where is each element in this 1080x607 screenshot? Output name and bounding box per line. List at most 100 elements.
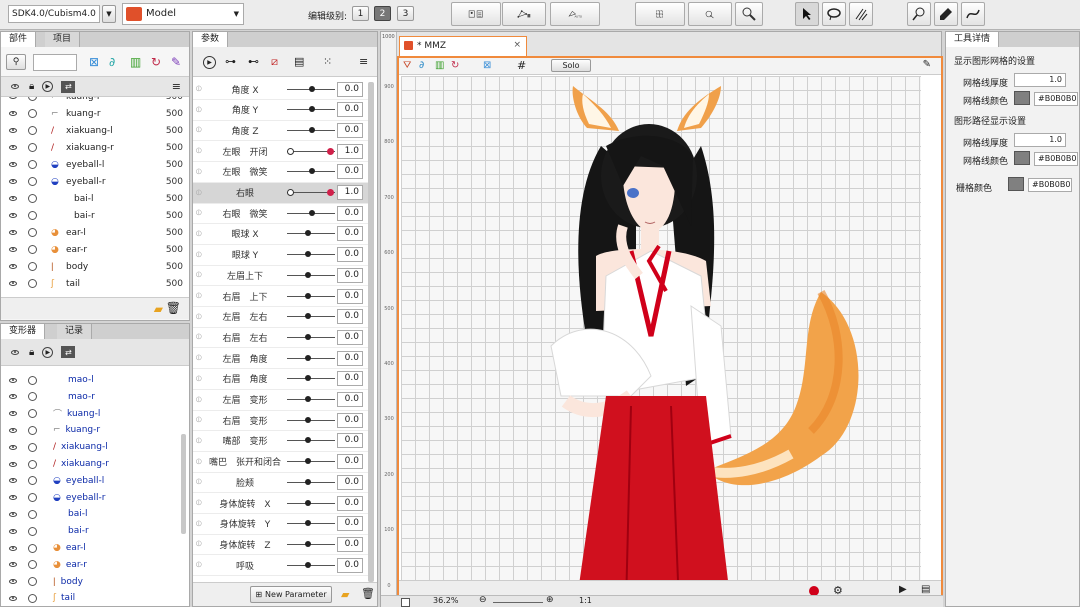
parts-icon[interactable]: ▥	[435, 60, 444, 71]
parameter-value-input[interactable]: 1.0	[337, 185, 363, 200]
tab-parameters[interactable]: 参数	[193, 32, 229, 47]
parameter-row[interactable]: ⦶ 右眼 1.0	[193, 182, 373, 204]
slider-knob[interactable]	[305, 458, 311, 465]
slider-knob[interactable]	[309, 209, 315, 216]
slider-knob[interactable]	[305, 499, 311, 506]
eye-header-icon[interactable]	[11, 349, 19, 355]
slider-knob[interactable]	[287, 189, 294, 196]
lock-icon[interactable]: 🔒︎	[29, 81, 34, 92]
part-row[interactable]: ʃ tail 500	[1, 275, 189, 292]
parameter-value-input[interactable]: 0.0	[337, 205, 363, 221]
part-row[interactable]: ǀ body 500	[1, 258, 189, 275]
slider-knob[interactable]	[305, 271, 311, 278]
part-row[interactable]: ◕ ear-r 500	[1, 241, 189, 258]
lock-toggle-icon[interactable]	[28, 177, 37, 186]
part-row[interactable]: / xiakuang-l 500	[1, 122, 189, 139]
visibility-eye-icon[interactable]	[9, 511, 17, 517]
lock-toggle-icon[interactable]	[28, 126, 37, 135]
visibility-eye-icon[interactable]	[9, 545, 17, 551]
parameter-slider[interactable]	[287, 230, 335, 237]
deformer-row[interactable]: ⌐ kuang-r	[1, 422, 189, 438]
tab-tool-details[interactable]: 工具详情	[946, 32, 1000, 47]
parameter-value-input[interactable]: 0.0	[337, 350, 363, 366]
parameter-slider[interactable]	[287, 251, 335, 258]
parameter-row[interactable]: ⦶ 呼吸 0.0	[193, 555, 373, 577]
lock-toggle-icon[interactable]	[28, 160, 37, 169]
lock-toggle-icon[interactable]	[28, 409, 37, 419]
lock-toggle-icon[interactable]	[28, 593, 37, 603]
edit-level-1-button[interactable]: 1	[352, 6, 369, 21]
mesh-visible-icon[interactable]: ⛛	[403, 60, 411, 71]
play-param-icon[interactable]: ▶	[203, 56, 216, 69]
parameter-slider[interactable]	[287, 396, 335, 402]
swap-icon[interactable]: ⇄	[61, 346, 76, 358]
grid-color-input[interactable]: #B0B0B0	[1028, 178, 1072, 192]
visibility-eye-icon[interactable]	[9, 128, 17, 133]
folder-icon[interactable]: ▰	[341, 588, 349, 601]
key-delete-icon[interactable]: ⧄	[271, 55, 278, 69]
visibility-eye-icon[interactable]	[9, 196, 17, 201]
part-row[interactable]: ◕ ear-l 500	[1, 224, 189, 241]
pen-icon[interactable]: ✎	[923, 59, 931, 70]
visibility-eye-icon[interactable]	[9, 495, 17, 501]
parameter-slider[interactable]	[287, 126, 335, 133]
lock-toggle-icon[interactable]	[28, 493, 37, 503]
part-row[interactable]: ◒ eyeball-l 500	[1, 156, 189, 173]
parameter-row[interactable]: ⦶ 脸颊 0.0	[193, 472, 373, 494]
deformer-row[interactable]: mao-r	[1, 389, 189, 405]
trash-icon[interactable]: 🗑︎	[361, 587, 375, 600]
slider-knob[interactable]	[309, 106, 315, 113]
solo-button[interactable]: Solo	[551, 59, 591, 72]
visibility-eye-icon[interactable]	[9, 111, 17, 116]
tab-deformer[interactable]: 变形器	[1, 324, 46, 339]
slider-knob[interactable]	[305, 230, 311, 237]
deformer-row[interactable]: ◕ ear-l	[1, 540, 189, 556]
deformer-row[interactable]: / xiakuang-l	[1, 439, 189, 455]
lock-toggle-icon[interactable]	[28, 577, 37, 587]
lock-toggle-icon[interactable]	[28, 211, 37, 220]
parameter-row[interactable]: ⦶ 嘴巴 张开和闭合 0.0	[193, 452, 373, 473]
parameter-row[interactable]: ⦶ 右眉 角度 0.0	[193, 369, 373, 390]
parameter-slider[interactable]	[287, 499, 335, 506]
parameter-value-input[interactable]: 0.0	[337, 288, 363, 304]
visibility-eye-icon[interactable]	[9, 264, 17, 269]
deformer-row[interactable]: ʃ tail	[1, 590, 189, 606]
key-add-icon[interactable]: ⊶	[225, 55, 236, 68]
parameter-value-input[interactable]: 0.0	[337, 122, 363, 138]
parameter-value-input[interactable]: 0.0	[337, 516, 363, 532]
part-row[interactable]: bai-l 500	[1, 190, 189, 207]
play-icon[interactable]: ▶	[42, 81, 54, 92]
parameter-value-input[interactable]: 1.0	[337, 143, 363, 159]
pin-tool-button[interactable]	[907, 2, 931, 26]
parameter-value-input[interactable]: 0.0	[337, 454, 363, 470]
parameter-slider[interactable]	[287, 209, 335, 216]
parameter-value-input[interactable]: 0.0	[337, 309, 363, 325]
parameter-slider[interactable]	[287, 85, 335, 92]
visibility-eye-icon[interactable]	[9, 579, 17, 585]
document-tab[interactable]: * MMZ ×	[399, 36, 527, 56]
slider-knob[interactable]	[287, 147, 294, 155]
table-icon[interactable]: ▤	[294, 55, 304, 68]
slider-knob[interactable]	[309, 168, 315, 175]
deformer-grid-button[interactable]	[635, 2, 685, 26]
slider-knob[interactable]	[305, 396, 311, 402]
visibility-eye-icon[interactable]	[9, 97, 17, 99]
parameter-value-input[interactable]: 0.0	[337, 557, 363, 573]
visibility-eye-icon[interactable]	[9, 394, 17, 400]
parameter-row[interactable]: ⦶ 眼球 Y 0.0	[193, 245, 373, 266]
parameter-slider[interactable]	[287, 168, 335, 175]
deformer-row[interactable]: ⌒ kuang-l	[1, 406, 189, 422]
brush-select-button[interactable]	[849, 2, 873, 26]
play-icon[interactable]: ▶	[42, 346, 54, 358]
mesh-thickness-input[interactable]: 1.0	[1014, 73, 1066, 87]
parameter-slider[interactable]	[287, 189, 335, 196]
auto-mesh-button[interactable]: AUTO	[550, 2, 600, 26]
parameter-row[interactable]: ⦶ 角度 X 0.0	[193, 79, 373, 100]
parameter-slider[interactable]	[287, 106, 335, 113]
lock-toggle-icon[interactable]	[28, 143, 37, 152]
visibility-eye-icon[interactable]	[9, 427, 17, 433]
parameter-row[interactable]: ⦶ 眼球 X 0.0	[193, 224, 373, 245]
lock-toggle-icon[interactable]	[28, 425, 37, 435]
parameter-row[interactable]: ⦶ 身体旋转 Y 0.0	[193, 514, 373, 535]
parameter-row[interactable]: ⦶ 嘴部 变形 0.0	[193, 431, 373, 452]
